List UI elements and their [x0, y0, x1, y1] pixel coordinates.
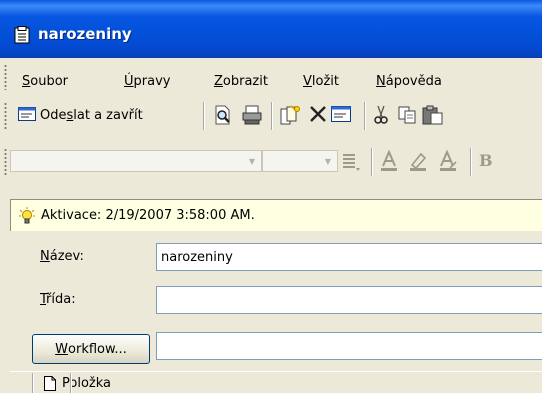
- name-field[interactable]: [156, 243, 542, 271]
- cut-icon[interactable]: [372, 105, 390, 125]
- workflow-button[interactable]: Workflow...: [32, 334, 150, 364]
- copy-icon[interactable]: [397, 105, 417, 125]
- print-preview-icon[interactable]: [213, 105, 233, 125]
- paste-icon[interactable]: [422, 105, 444, 125]
- toolbar-separator: [470, 148, 471, 176]
- menu-soubor[interactable]: Soubor: [22, 74, 68, 89]
- font-combo[interactable]: ▼: [10, 150, 262, 172]
- toolbar-separator: [271, 102, 272, 130]
- class-field[interactable]: [156, 286, 542, 314]
- bold-button[interactable]: B: [479, 151, 493, 170]
- chevron-down-icon[interactable]: ▼: [245, 153, 259, 169]
- print-icon[interactable]: [241, 105, 263, 125]
- standard-toolbar: Odeslat a zavřít: [0, 92, 542, 138]
- chevron-down-icon[interactable]: ▼: [321, 153, 335, 169]
- clipboard-icon: [14, 26, 30, 44]
- font-color-icon[interactable]: [378, 150, 400, 172]
- name-label: Název:: [40, 249, 84, 264]
- class-label: Třída:: [40, 292, 76, 307]
- menu-upravy[interactable]: Úpravy: [124, 74, 170, 89]
- menu-grip[interactable]: [4, 64, 7, 90]
- format-icon[interactable]: [437, 150, 459, 172]
- font-size-combo[interactable]: ▼: [262, 150, 338, 172]
- toolbar-grip[interactable]: [4, 148, 7, 176]
- menu-bar: Soubor Úpravy Zobrazit Vložit Nápověda: [0, 58, 542, 92]
- tab-separator: [70, 373, 71, 393]
- menu-zobrazit[interactable]: Zobrazit: [214, 74, 268, 89]
- toolbar-separator: [364, 102, 365, 130]
- form-icon[interactable]: [331, 106, 351, 122]
- item-tab-strip: Položka: [10, 371, 542, 393]
- menu-napoveda[interactable]: Nápověda: [376, 74, 442, 89]
- menu-vlozit[interactable]: Vložit: [303, 74, 339, 89]
- formatting-toolbar: ▼ ▼ B: [0, 138, 542, 184]
- highlight-icon[interactable]: [407, 150, 429, 172]
- activation-info-bar: Aktivace: 2/19/2007 3:58:00 AM.: [10, 199, 542, 231]
- document-icon: [44, 375, 56, 391]
- send-and-close-button[interactable]: Odeslat a zavřít: [18, 104, 143, 126]
- style-icon[interactable]: [341, 152, 361, 172]
- lightbulb-icon: [19, 207, 35, 228]
- tab-item[interactable]: Položka: [44, 372, 111, 393]
- app-window: narozeniny Soubor Úpravy Zobrazit Vložit…: [0, 0, 542, 393]
- toolbar-separator: [203, 102, 204, 130]
- tab-separator: [32, 373, 33, 393]
- toolbar-grip[interactable]: [4, 102, 7, 130]
- send-and-close-label: Odeslat a zavřít: [40, 107, 143, 123]
- delete-icon[interactable]: [309, 105, 327, 123]
- title-bar[interactable]: narozeniny: [0, 0, 542, 58]
- workflow-field[interactable]: [156, 332, 542, 360]
- toolbar-separator: [371, 148, 372, 176]
- window-title: narozeniny: [38, 25, 132, 43]
- send-form-icon: [18, 106, 36, 124]
- activation-text: Aktivace: 2/19/2007 3:58:00 AM.: [41, 208, 255, 223]
- insert-file-icon[interactable]: [279, 105, 301, 125]
